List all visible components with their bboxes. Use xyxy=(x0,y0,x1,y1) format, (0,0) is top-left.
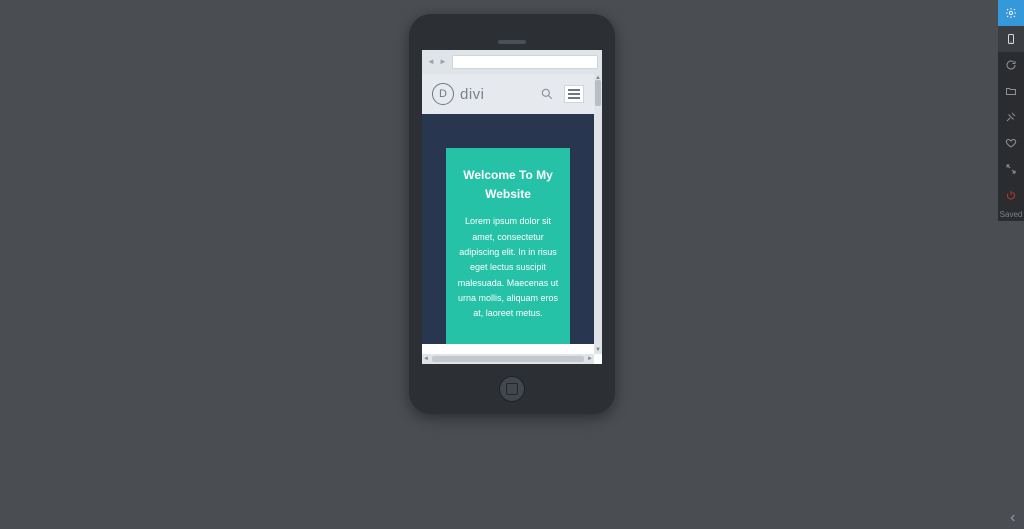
refresh-button[interactable] xyxy=(998,52,1024,78)
chevron-left-icon xyxy=(1008,513,1018,523)
phone-frame: ◄ ► D divi xyxy=(409,14,615,414)
scroll-right-icon: ► xyxy=(586,354,594,364)
folder-icon xyxy=(1005,85,1017,97)
hero-card: Welcome To My Website Lorem ipsum dolor … xyxy=(446,148,570,344)
horizontal-scroll-thumb[interactable] xyxy=(432,356,584,362)
phone-speaker-area xyxy=(498,14,526,50)
power-icon xyxy=(1005,189,1017,201)
mobile-preview-button[interactable] xyxy=(998,26,1024,52)
browser-forward-button[interactable]: ► xyxy=(438,57,448,67)
hero-body: Lorem ipsum dolor sit amet, consectetur … xyxy=(456,214,560,321)
hamburger-icon xyxy=(568,89,580,91)
tools-icon xyxy=(1005,111,1017,123)
settings-button[interactable] xyxy=(998,0,1024,26)
hero-section: Welcome To My Website Lorem ipsum dolor … xyxy=(422,114,594,344)
phone-screen: ◄ ► D divi xyxy=(422,50,602,364)
saved-status: Saved xyxy=(998,208,1024,221)
horizontal-scrollbar[interactable]: ◄ ► xyxy=(422,354,594,364)
site-logo[interactable]: D divi xyxy=(432,83,485,105)
scroll-left-icon: ◄ xyxy=(422,354,430,364)
refresh-icon xyxy=(1005,59,1017,71)
header-controls xyxy=(540,85,584,103)
pages-button[interactable] xyxy=(998,78,1024,104)
heart-icon xyxy=(1005,137,1017,149)
hero-title: Welcome To My Website xyxy=(456,166,560,204)
customizer-sidebar: Saved xyxy=(998,0,1024,221)
browser-viewport: D divi Welcome To My Website Lorem ips xyxy=(422,74,602,364)
site-header: D divi xyxy=(422,74,594,114)
browser-back-button[interactable]: ◄ xyxy=(426,57,436,67)
url-field[interactable] xyxy=(452,55,598,69)
phone-home-area xyxy=(499,364,525,414)
phone-speaker xyxy=(498,40,526,44)
expand-icon xyxy=(1005,163,1017,175)
close-button[interactable] xyxy=(998,182,1024,208)
scroll-down-icon: ▼ xyxy=(594,346,602,354)
mobile-menu-button[interactable] xyxy=(564,85,584,103)
logo-text: divi xyxy=(460,86,485,103)
tools-button[interactable] xyxy=(998,104,1024,130)
browser-nav-arrows: ◄ ► xyxy=(426,57,448,67)
page-content: D divi Welcome To My Website Lorem ips xyxy=(422,74,594,354)
vertical-scrollbar[interactable]: ▲ ▼ xyxy=(594,74,602,354)
vertical-scroll-thumb[interactable] xyxy=(595,80,601,106)
search-icon[interactable] xyxy=(540,87,554,101)
favorites-button[interactable] xyxy=(998,130,1024,156)
panel-expand-handle[interactable] xyxy=(1006,511,1020,525)
browser-toolbar: ◄ ► xyxy=(422,50,602,74)
fullscreen-button[interactable] xyxy=(998,156,1024,182)
mobile-icon xyxy=(1005,33,1017,45)
gear-icon xyxy=(1005,7,1017,19)
phone-home-button[interactable] xyxy=(499,376,525,402)
logo-mark: D xyxy=(432,83,454,105)
